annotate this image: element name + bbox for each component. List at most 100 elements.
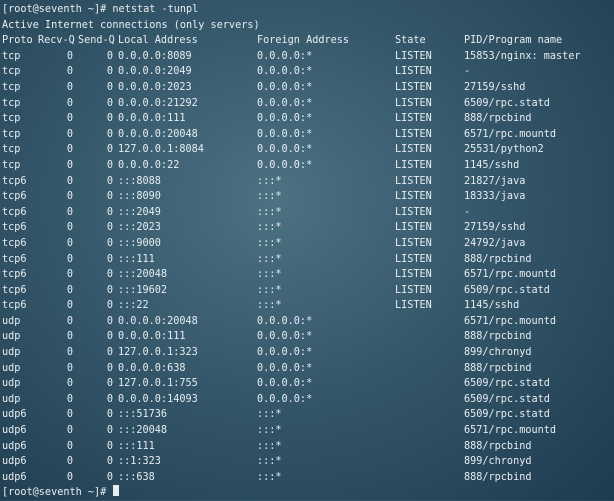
- foreign-address-cell: :::*: [257, 269, 282, 281]
- pid-program-cell: 6509/rpc.statd: [464, 97, 550, 109]
- foreign-address-cell: :::*: [257, 471, 282, 483]
- recv-q-cell: 0: [66, 144, 73, 156]
- local-address-cell: 0.0.0.0:638: [118, 362, 186, 374]
- local-address-cell: :::19602: [118, 284, 168, 296]
- send-q-cell: 0: [106, 425, 113, 437]
- table-row: tcp 0 0 0.0.0.0:8089 0.0.0.0:* LISTEN 15853/ng…: [2, 49, 614, 65]
- cursor: [113, 485, 120, 497]
- pid-program-cell: 888/rpcbind: [464, 113, 532, 125]
- send-q-cell: 0: [106, 206, 113, 218]
- recv-q-cell: 0: [66, 471, 73, 483]
- send-q-cell: 0: [106, 113, 113, 125]
- proto-cell: udp6: [2, 456, 27, 468]
- table-row: udp 0 0 0.0.0.0:14093 0.0.0.0:* 6509/rpc.stat…: [2, 392, 614, 408]
- foreign-address-cell: 0.0.0.0:*: [257, 159, 313, 171]
- proto-cell: udp: [2, 393, 21, 405]
- table-row: tcp6 0 0:::20048:::* LISTEN 6571/rpc.mountd: [2, 267, 614, 283]
- recv-q-cell: 0: [66, 50, 73, 62]
- proto-cell: tcp6: [2, 237, 27, 249]
- recv-q-cell: 0: [66, 362, 73, 374]
- state-cell: LISTEN: [395, 175, 432, 187]
- foreign-address-cell: 0.0.0.0:*: [257, 315, 313, 327]
- recv-q-cell: 0: [66, 222, 73, 234]
- terminal-window[interactable]: [root@seventh ~]# netstat -tunpl Active …: [0, 0, 614, 500]
- state-cell: LISTEN: [395, 237, 432, 249]
- foreign-address-cell: :::*: [257, 300, 282, 312]
- local-address-cell: 0.0.0.0:20048: [118, 128, 198, 140]
- header-local-address: Local Address: [118, 35, 198, 47]
- table-row: udp6 0 0:::638:::* 888/rpcbind: [2, 470, 614, 486]
- final-prompt-line[interactable]: [root@seventh ~]#: [2, 485, 614, 501]
- header-recv-q: Recv-Q: [38, 35, 75, 47]
- foreign-address-cell: :::*: [257, 206, 282, 218]
- recv-q-cell: 0: [66, 284, 73, 296]
- local-address-cell: :::2023: [118, 222, 161, 234]
- send-q-cell: 0: [106, 253, 113, 265]
- proto-cell: tcp6: [2, 206, 27, 218]
- recv-q-cell: 0: [66, 378, 73, 390]
- foreign-address-cell: :::*: [257, 222, 282, 234]
- pid-program-cell: 15853/nginx: master: [464, 50, 581, 62]
- foreign-address-cell: 0.0.0.0:*: [257, 50, 313, 62]
- local-address-cell: :::111: [118, 440, 155, 452]
- send-q-cell: 0: [106, 300, 113, 312]
- send-q-cell: 0: [106, 315, 113, 327]
- state-cell: LISTEN: [395, 222, 432, 234]
- recv-q-cell: 0: [66, 206, 73, 218]
- send-q-cell: 0: [106, 347, 113, 359]
- state-cell: LISTEN: [395, 206, 432, 218]
- proto-cell: tcp6: [2, 191, 27, 203]
- recv-q-cell: 0: [66, 456, 73, 468]
- local-address-cell: :::638: [118, 471, 155, 483]
- pid-program-cell: 888/rpcbind: [464, 253, 532, 265]
- pid-program-cell: 6509/rpc.statd: [464, 378, 550, 390]
- state-cell: LISTEN: [395, 253, 432, 265]
- table-row: udp6 0 0:::20048:::* 6571/rpc.mountd: [2, 423, 614, 439]
- pid-program-cell: 6509/rpc.statd: [464, 409, 550, 421]
- send-q-cell: 0: [106, 440, 113, 452]
- proto-cell: tcp: [2, 128, 21, 140]
- pid-program-cell: 25531/python2: [464, 144, 544, 156]
- local-address-cell: 127.0.0.1:323: [118, 347, 198, 359]
- table-row: tcp6 0 0:::22:::* LISTEN 1145/sshd: [2, 298, 614, 314]
- pid-program-cell: 6571/rpc.mountd: [464, 315, 557, 327]
- foreign-address-cell: 0.0.0.0:*: [257, 393, 313, 405]
- local-address-cell: 0.0.0.0:111: [118, 331, 186, 343]
- pid-program-cell: 888/rpcbind: [464, 362, 532, 374]
- send-q-cell: 0: [106, 66, 113, 78]
- table-row: udp 0 0 0.0.0.0:638 0.0.0.0:* 888/rpcbind: [2, 361, 614, 377]
- send-q-cell: 0: [106, 175, 113, 187]
- send-q-cell: 0: [106, 331, 113, 343]
- shell-prompt: [root@seventh ~]#: [2, 4, 107, 15]
- table-row: tcp6 0 0:::8088:::* LISTEN 21827/java: [2, 174, 614, 190]
- proto-cell: tcp: [2, 50, 21, 62]
- send-q-cell: 0: [106, 144, 113, 156]
- local-address-cell: :::8088: [118, 175, 161, 187]
- table-row: udp 0 0 0.0.0.0:20048 0.0.0.0:* 6571/rpc.moun…: [2, 314, 614, 330]
- connection-list: tcp 0 0 0.0.0.0:8089 0.0.0.0:* LISTEN 15853/ng…: [2, 49, 614, 486]
- pid-program-cell: 27159/sshd: [464, 81, 526, 93]
- local-address-cell: :::51736: [118, 409, 168, 421]
- table-row: tcp6 0 0:::111:::* LISTEN 888/rpcbind: [2, 252, 614, 268]
- foreign-address-cell: :::*: [257, 440, 282, 452]
- send-q-cell: 0: [106, 362, 113, 374]
- foreign-address-cell: :::*: [257, 191, 282, 203]
- send-q-cell: 0: [106, 50, 113, 62]
- send-q-cell: 0: [106, 97, 113, 109]
- recv-q-cell: 0: [66, 128, 73, 140]
- table-row: tcp6 0 0:::2023:::* LISTEN 27159/sshd: [2, 220, 614, 236]
- pid-program-cell: 888/rpcbind: [464, 440, 532, 452]
- foreign-address-cell: 0.0.0.0:*: [257, 113, 313, 125]
- pid-program-cell: 6571/rpc.mountd: [464, 269, 557, 281]
- header-state: State: [395, 35, 426, 47]
- command-text: netstat -tunpl: [112, 4, 199, 15]
- proto-cell: udp: [2, 347, 21, 359]
- local-address-cell: :::20048: [118, 425, 168, 437]
- send-q-cell: 0: [106, 191, 113, 203]
- recv-q-cell: 0: [66, 331, 73, 343]
- pid-program-cell: -: [464, 66, 471, 78]
- table-row: udp6 0 0:::111:::* 888/rpcbind: [2, 439, 614, 455]
- send-q-cell: 0: [106, 409, 113, 421]
- pid-program-cell: 899/chronyd: [464, 347, 532, 359]
- pid-program-cell: 18333/java: [464, 191, 526, 203]
